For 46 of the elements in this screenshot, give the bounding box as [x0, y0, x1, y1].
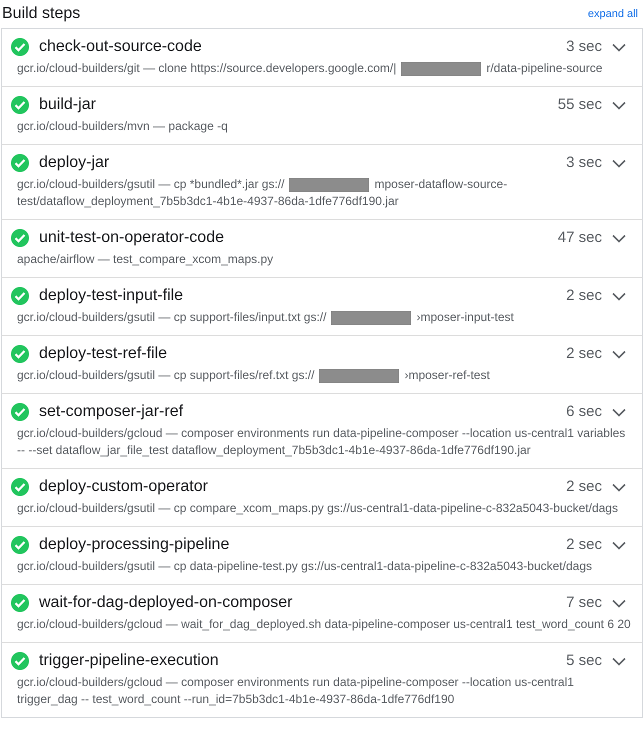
chevron-icon[interactable] — [612, 100, 626, 110]
step-command: gcr.io/cloud-builders/mvn — package -q — [16, 118, 229, 135]
step-command: gcr.io/cloud-builders/gsutil — cp support-files/ref.txt gs:// ›mposer-ref-test — [16, 367, 491, 384]
step-command: gcr.io/cloud-builders/gsutil — cp support-files/input.txt gs:// ›mposer-input-test — [16, 309, 515, 326]
step-name: deploy-jar — [39, 153, 110, 173]
chevron-icon[interactable] — [612, 158, 626, 168]
chevron-icon[interactable] — [612, 656, 626, 666]
step-command: gcr.io/cloud-builders/gcloud — composer environments run data-pipeline-composer --location us-central1 variables -- --set dataflow_jar_file_test dataflow_deployment_7b5b3dc1-4b1e-4937-86da-1dfe776df190.jar — [16, 425, 626, 459]
step-name: deploy-processing-pipeline — [39, 535, 230, 555]
step-duration: 2 sec — [566, 344, 602, 364]
step-command: apache/airflow — test_compare_xcom_maps.py — [16, 251, 274, 268]
chevron-icon[interactable] — [612, 598, 626, 608]
chevron-icon[interactable] — [612, 350, 626, 358]
step-command: gcr.io/cloud-builders/gcloud — wait_for_dag_deployed.sh data-pipeline-composer us-central1 test_word_count 6 20 — [16, 616, 632, 633]
step-command: gcr.io/cloud-builders/gcloud — composer environments run data-pipeline-composer --location us-central1 trigger_dag -- test_word_count --run_id=7b5b3dc1-4b1e-4937-86da-1dfe776df190 — [16, 674, 575, 708]
step-name: build-jar — [39, 95, 96, 115]
step-duration: 55 sec — [558, 94, 602, 115]
step-name: deploy-test-ref-file — [39, 344, 168, 364]
step-duration: 6 sec — [566, 402, 602, 422]
chevron-icon[interactable] — [612, 42, 626, 52]
chevron-icon[interactable] — [612, 482, 626, 492]
chevron-icon[interactable] — [612, 234, 626, 242]
step-duration: 2 sec — [566, 286, 602, 306]
step-name: unit-test-on-operator-code — [39, 228, 224, 248]
step-duration: 3 sec — [566, 36, 602, 57]
step-duration: 2 sec — [566, 476, 602, 497]
step-name: trigger-pipeline-execution — [39, 651, 219, 671]
step-name: wait-for-dag-deployed-on-composer — [39, 593, 292, 613]
step-command: gcr.io/cloud-builders/gsutil — cp compare_xcom_maps.py gs://us-central1-data-pipeline-c-832a5043-bucket/dags — [16, 500, 619, 517]
chevron-icon[interactable] — [612, 408, 626, 416]
expand-all-link[interactable]: expand all — [588, 6, 638, 22]
step-name: deploy-test-input-file — [39, 286, 184, 306]
chevron-icon[interactable] — [612, 292, 626, 300]
step-name: check-out-source-code — [39, 37, 202, 57]
chevron-icon[interactable] — [612, 540, 626, 550]
step-duration: 3 sec — [566, 152, 602, 173]
step-duration: 5 sec — [566, 650, 602, 671]
step-name: deploy-custom-operator — [39, 477, 208, 497]
step-duration: 2 sec — [566, 534, 602, 555]
step-command: gcr.io/cloud-builders/gsutil — cp data-pipeline-test.py gs://us-central1-data-pipeline-c-832a5043-bucket/dags — [16, 558, 593, 575]
step-duration: 7 sec — [566, 592, 602, 613]
step-command: gcr.io/cloud-builders/gsutil — cp *bundled*.jar gs:// mposer-dataflow-source-test/dataflow_deployment_7b5b3dc1-4b1e-4937-86da-1dfe776df190.jar — [16, 176, 508, 210]
step-command: gcr.io/cloud-builders/git — clone https://source.developers.google.com/| r/data-pipeline-source — [16, 60, 604, 77]
step-duration: 47 sec — [558, 228, 602, 248]
step-name: set-composer-jar-ref — [39, 402, 184, 422]
section-title: Build steps — [2, 4, 80, 24]
